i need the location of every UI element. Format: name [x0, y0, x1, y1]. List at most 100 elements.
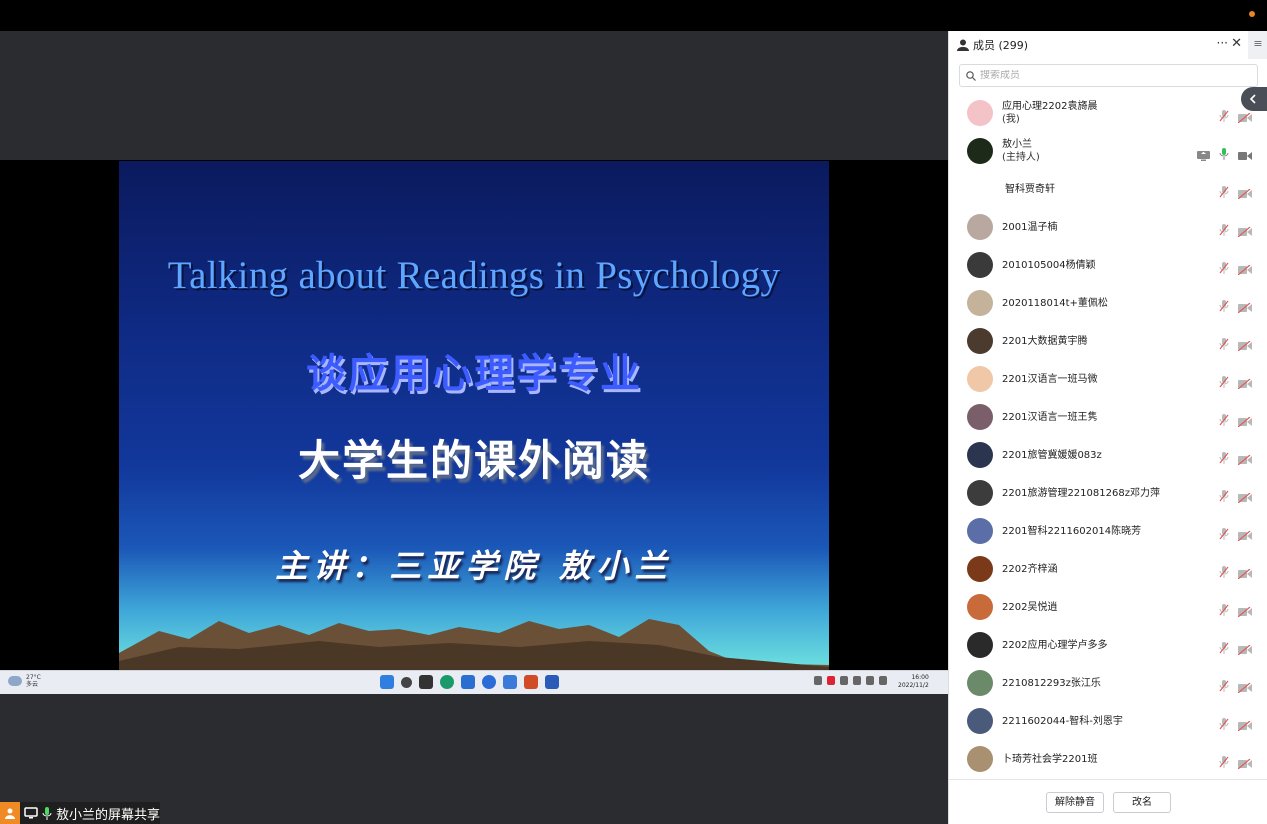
mic-muted-icon[interactable] [1219, 449, 1229, 464]
unmute-all-button[interactable]: 解除静音 [1046, 792, 1104, 813]
member-role: (主持人) [1002, 152, 1040, 163]
camera-off-icon[interactable] [1237, 602, 1252, 618]
member-row[interactable]: 2201汉语言一班马微 [949, 360, 1267, 398]
member-row[interactable]: 2001温子楠 [949, 208, 1267, 246]
tray-network-icon[interactable] [866, 676, 874, 685]
camera-off-icon[interactable] [1237, 108, 1252, 124]
member-row[interactable]: 2201汉语言一班王隽 [949, 398, 1267, 436]
member-name-block: 2202吴悦逍 [1002, 601, 1057, 614]
camera-on-icon[interactable] [1238, 146, 1252, 160]
member-search-input[interactable] [980, 70, 1240, 81]
close-icon[interactable]: ✕ [1231, 36, 1242, 51]
camera-off-icon[interactable] [1237, 450, 1252, 466]
mic-muted-icon[interactable] [1219, 715, 1229, 730]
clock-date: 2022/11/2 [898, 682, 929, 689]
member-row[interactable]: 2202应用心理学卢多多 [949, 626, 1267, 664]
rename-button[interactable]: 改名 [1113, 792, 1171, 813]
member-row[interactable]: 敖小兰 (主持人) [949, 132, 1267, 170]
camera-off-icon[interactable] [1237, 526, 1252, 542]
camera-off-icon[interactable] [1237, 488, 1252, 504]
member-role: (我) [1002, 114, 1020, 125]
panel-menu-icon[interactable]: ≡ [1248, 31, 1267, 59]
member-row[interactable]: 2202吴悦逍 [949, 588, 1267, 626]
edge-icon[interactable] [440, 675, 454, 689]
weather-widget[interactable]: 27°C 多云 [8, 674, 41, 688]
powerpoint-icon[interactable] [524, 675, 538, 689]
member-row[interactable]: 应用心理2202袁旖晨 (我) [949, 94, 1267, 132]
member-name-block: 2010105004杨倩颖 [1002, 259, 1096, 272]
search-icon[interactable] [401, 677, 412, 688]
taskbar-clock[interactable]: 16:00 2022/11/2 [898, 674, 929, 690]
camera-off-icon[interactable] [1237, 298, 1252, 314]
mic-muted-icon[interactable] [1219, 373, 1229, 388]
member-row[interactable]: 智科贾奇轩 [949, 170, 1267, 208]
mic-muted-icon[interactable] [1219, 107, 1229, 122]
camera-off-icon[interactable] [1237, 678, 1252, 694]
camera-off-icon[interactable] [1237, 260, 1252, 276]
more-options-icon[interactable]: ··· [1217, 36, 1228, 50]
camera-off-icon[interactable] [1237, 754, 1252, 770]
member-row[interactable]: 2211602044-智科-刘恩宇 [949, 702, 1267, 740]
member-name: 2201大数据黄宇腾 [1002, 335, 1088, 347]
camera-off-icon[interactable] [1237, 640, 1252, 656]
tray-keyboard-icon[interactable] [853, 676, 861, 685]
member-row[interactable]: 2210812293z张江乐 [949, 664, 1267, 702]
tray-app-icon[interactable] [827, 676, 835, 685]
member-row[interactable]: 2020118014t+董佩松 [949, 284, 1267, 322]
mic-muted-icon[interactable] [1219, 183, 1229, 198]
mic-muted-icon[interactable] [1219, 297, 1229, 312]
camera-off-icon[interactable] [1237, 374, 1252, 390]
member-row[interactable]: 卜琦芳社会学2201班 [949, 740, 1267, 778]
mic-on-icon[interactable] [1219, 145, 1229, 160]
tray-volume-icon[interactable] [879, 676, 887, 685]
taskbar-apps [380, 675, 559, 689]
camera-off-icon[interactable] [1237, 222, 1252, 238]
mail-icon[interactable] [461, 675, 475, 689]
tray-chevron-icon[interactable] [814, 676, 822, 685]
mic-muted-icon[interactable] [1219, 563, 1229, 578]
mic-muted-icon[interactable] [1219, 335, 1229, 350]
mic-muted-icon[interactable] [1219, 639, 1229, 654]
mic-muted-icon[interactable] [1219, 487, 1229, 502]
member-row[interactable]: 2201旅管冀媛媛083z [949, 436, 1267, 474]
camera-off-icon[interactable] [1237, 716, 1252, 732]
avatar [967, 100, 993, 126]
member-name: 2202齐梓涵 [1002, 563, 1058, 575]
member-row[interactable]: 2201旅游管理221081268z邓力萍 [949, 474, 1267, 512]
photos-icon[interactable] [503, 675, 517, 689]
recording-indicator-icon [1249, 11, 1255, 17]
member-row[interactable]: 2202齐梓涵 [949, 550, 1267, 588]
mic-muted-icon[interactable] [1219, 601, 1229, 616]
meeting-app-icon[interactable] [482, 675, 496, 689]
tray-mic-icon[interactable] [840, 676, 848, 685]
member-row[interactable]: 2201大数据黄宇腾 [949, 322, 1267, 360]
member-row[interactable]: 2010105004杨倩颖 [949, 246, 1267, 284]
member-name-block: 敖小兰 (主持人) [1002, 138, 1040, 164]
mic-muted-icon[interactable] [1219, 259, 1229, 274]
stage-background-top [0, 31, 948, 160]
mic-muted-icon[interactable] [1219, 753, 1229, 768]
camera-off-icon[interactable] [1237, 184, 1252, 200]
mic-muted-icon[interactable] [1219, 411, 1229, 426]
word-icon[interactable] [545, 675, 559, 689]
mic-muted-icon[interactable] [1219, 221, 1229, 236]
member-name: 2201汉语言一班马微 [1002, 373, 1098, 385]
avatar [967, 328, 993, 354]
member-name-block: 2001温子楠 [1002, 221, 1057, 234]
avatar [967, 138, 993, 164]
camera-off-icon[interactable] [1237, 412, 1252, 428]
task-view-icon[interactable] [419, 675, 433, 689]
camera-off-icon[interactable] [1237, 336, 1252, 352]
member-search-box[interactable] [959, 64, 1258, 87]
windows-start-icon[interactable] [380, 675, 394, 689]
avatar [967, 632, 993, 658]
screen-share-icon [24, 807, 38, 819]
member-name-block: 智科贾奇轩 [1005, 183, 1055, 196]
member-row[interactable]: 2201智科2211602014陈晓芳 [949, 512, 1267, 550]
camera-off-icon[interactable] [1237, 564, 1252, 580]
slide-speaker: 主讲：三亚学院 敖小兰 [275, 547, 673, 585]
mic-muted-icon[interactable] [1219, 525, 1229, 540]
mic-muted-icon[interactable] [1219, 677, 1229, 692]
windows-taskbar: 27°C 多云 16:00 2022/11/2 [0, 670, 948, 694]
member-name: 2020118014t+董佩松 [1002, 297, 1108, 309]
